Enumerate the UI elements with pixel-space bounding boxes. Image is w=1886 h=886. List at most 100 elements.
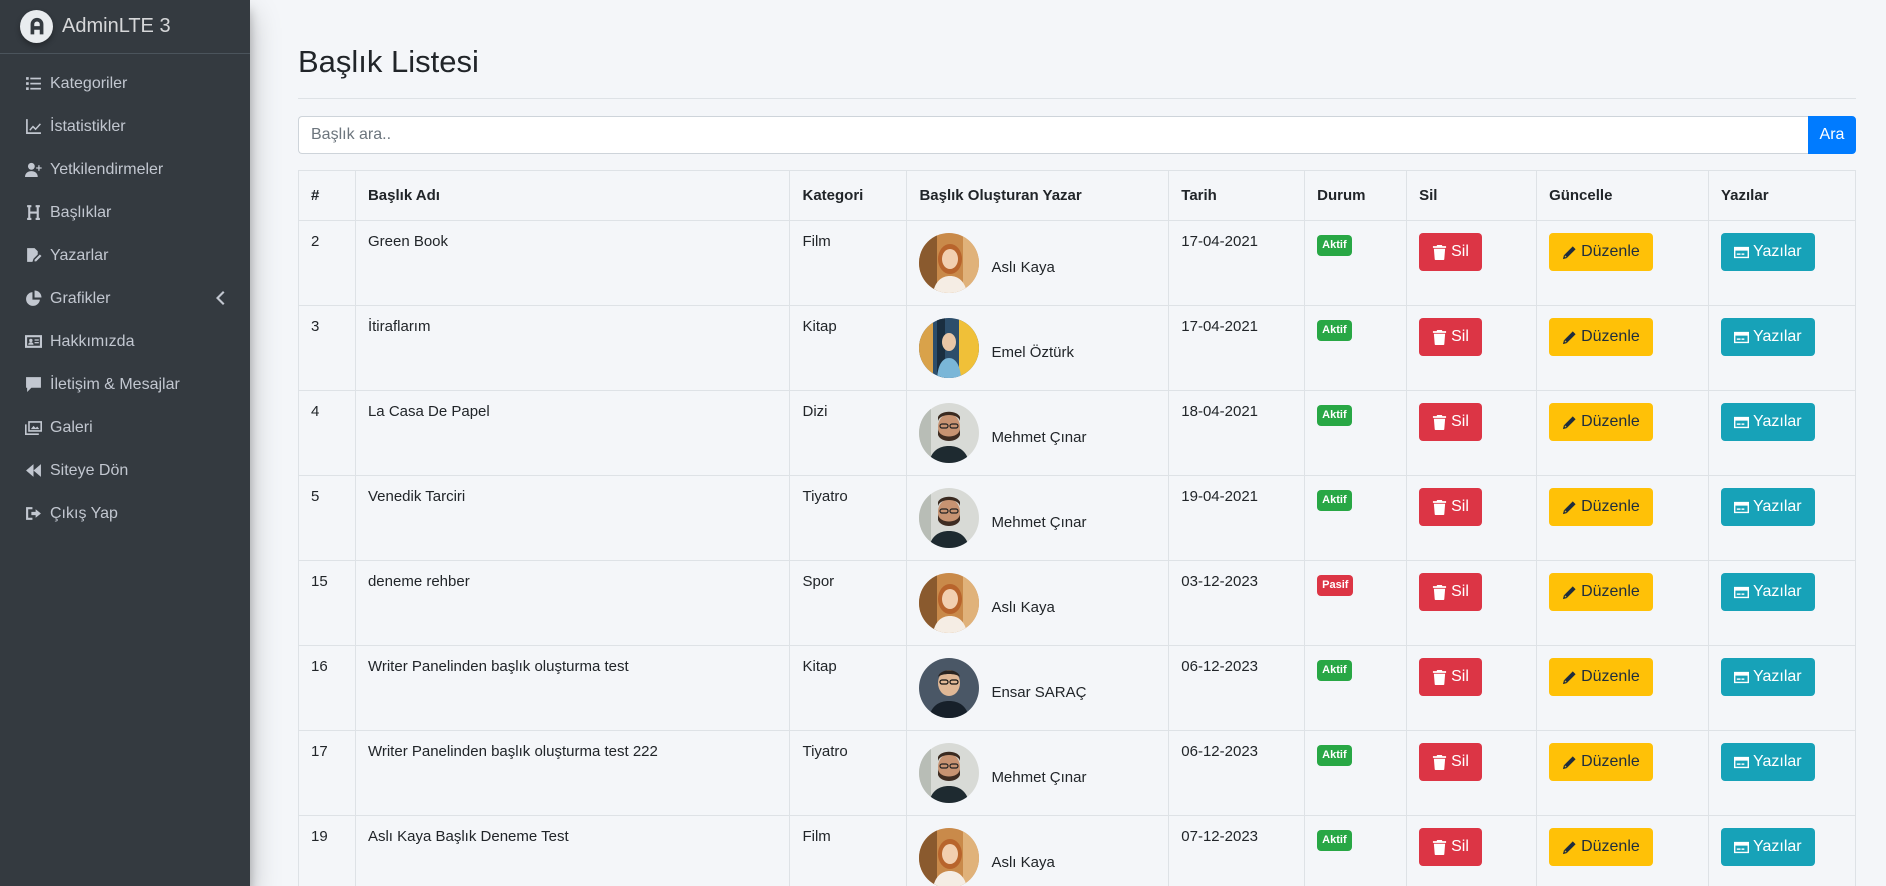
brand-link[interactable]: AdminLTE 3 — [0, 0, 250, 54]
table-row: 19 Aslı Kaya Başlık Deneme Test Film Aslı K… — [298, 815, 1856, 886]
edit-button[interactable]: Düzenle — [1549, 488, 1653, 526]
trash-icon — [1432, 839, 1451, 855]
edit-button[interactable]: Düzenle — [1549, 573, 1653, 611]
edit-label: Düzenle — [1581, 413, 1640, 430]
sign-out-icon — [24, 505, 42, 523]
sidebar-item-cikis-yap[interactable]: Çıkış Yap — [0, 492, 250, 535]
posts-label: Yazılar — [1753, 583, 1802, 600]
delete-label: Sil — [1451, 243, 1469, 260]
cell-posts: Yazılar — [1708, 815, 1856, 886]
delete-label: Sil — [1451, 753, 1469, 770]
posts-button[interactable]: Yazılar — [1721, 403, 1815, 441]
sidebar-item-galeri[interactable]: Galeri — [0, 406, 250, 449]
posts-label: Yazılar — [1753, 413, 1802, 430]
table-row: 17 Writer Panelinden başlık oluşturma tes… — [298, 730, 1856, 816]
cell-name: Writer Panelinden başlık oluşturma test — [354, 645, 791, 731]
trash-icon — [1432, 754, 1451, 770]
cell-delete: Sil — [1406, 815, 1538, 886]
cell-posts: Yazılar — [1708, 730, 1856, 816]
posts-button[interactable]: Yazılar — [1721, 233, 1815, 271]
cell-status: Aktif — [1304, 305, 1408, 391]
cell-edit: Düzenle — [1536, 815, 1709, 886]
sidebar-item-siteye-don[interactable]: Siteye Dön — [0, 449, 250, 492]
cell-id: 19 — [298, 815, 356, 886]
delete-button[interactable]: Sil — [1419, 743, 1482, 781]
sidebar-item-istatistikler[interactable]: İstatistikler — [0, 105, 250, 148]
posts-button[interactable]: Yazılar — [1721, 573, 1815, 611]
delete-button[interactable]: Sil — [1419, 488, 1482, 526]
search-button[interactable]: Ara — [1808, 116, 1856, 154]
cell-delete: Sil — [1406, 390, 1538, 476]
card-icon — [1734, 415, 1753, 430]
cell-id: 3 — [298, 305, 356, 391]
cell-id: 15 — [298, 560, 356, 646]
sidebar-item-grafikler[interactable]: Grafikler — [0, 277, 250, 320]
cell-date: 17-04-2021 — [1168, 305, 1306, 391]
author-name: Mehmet Çınar — [991, 513, 1087, 531]
delete-button[interactable]: Sil — [1419, 318, 1482, 356]
delete-button[interactable]: Sil — [1419, 233, 1482, 271]
author-block: Aslı Kaya — [919, 573, 1156, 633]
cell-posts: Yazılar — [1708, 560, 1856, 646]
cell-author: Aslı Kaya — [906, 560, 1170, 646]
posts-button[interactable]: Yazılar — [1721, 488, 1815, 526]
sidebar-item-yazarlar[interactable]: Yazarlar — [0, 234, 250, 277]
status-badge: Aktif — [1317, 745, 1352, 766]
avatar — [919, 488, 980, 548]
cell-name: La Casa De Papel — [354, 390, 791, 476]
card-icon — [1734, 500, 1753, 515]
cell-author: Aslı Kaya — [906, 815, 1170, 886]
card-icon — [1734, 585, 1753, 600]
edit-label: Düzenle — [1581, 668, 1640, 685]
delete-button[interactable]: Sil — [1419, 573, 1482, 611]
cell-id: 4 — [298, 390, 356, 476]
table-row: 2 Green Book Film Aslı Kaya 17-04-2021 Aktif S… — [298, 220, 1856, 306]
author-block: Mehmet Çınar — [919, 743, 1156, 803]
posts-button[interactable]: Yazılar — [1721, 318, 1815, 356]
trash-icon — [1432, 414, 1451, 430]
edit-button[interactable]: Düzenle — [1549, 318, 1653, 356]
sidebar-item-hakkimizda[interactable]: Hakkımızda — [0, 320, 250, 363]
posts-button[interactable]: Yazılar — [1721, 743, 1815, 781]
avatar — [919, 403, 980, 463]
edit-button[interactable]: Düzenle — [1549, 828, 1653, 866]
cell-author: Mehmet Çınar — [906, 390, 1170, 476]
delete-label: Sil — [1451, 838, 1469, 855]
author-block: Aslı Kaya — [919, 233, 1156, 293]
delete-button[interactable]: Sil — [1419, 403, 1482, 441]
sidebar-item-label: Yazarlar — [50, 246, 109, 264]
posts-button[interactable]: Yazılar — [1721, 828, 1815, 866]
cell-category: Tiyatro — [789, 475, 908, 561]
chevron-left-icon[interactable] — [214, 289, 226, 307]
cell-author: Mehmet Çınar — [906, 475, 1170, 561]
edit-button[interactable]: Düzenle — [1549, 743, 1653, 781]
edit-button[interactable]: Düzenle — [1549, 658, 1653, 696]
delete-button[interactable]: Sil — [1419, 658, 1482, 696]
sidebar-item-kategoriler[interactable]: Kategoriler — [0, 62, 250, 105]
cell-edit: Düzenle — [1536, 560, 1709, 646]
status-badge: Aktif — [1317, 235, 1352, 256]
column-header-posts: Yazılar — [1708, 170, 1856, 221]
avatar — [919, 658, 980, 718]
sidebar-item-iletisim[interactable]: İletişim & Mesajlar — [0, 363, 250, 406]
delete-label: Sil — [1451, 498, 1469, 515]
id-card-icon — [24, 333, 42, 351]
headings-table: # Başlık Adı Kategori Başlık Oluşturan Y… — [298, 170, 1856, 886]
search-bar: Ara — [298, 116, 1856, 154]
sidebar-item-label: Galeri — [50, 418, 93, 436]
delete-button[interactable]: Sil — [1419, 828, 1482, 866]
posts-label: Yazılar — [1753, 668, 1802, 685]
sidebar-item-label: Siteye Dön — [50, 461, 129, 479]
sidebar-item-yetkilendirmeler[interactable]: Yetkilendirmeler — [0, 148, 250, 191]
cell-status: Aktif — [1304, 645, 1408, 731]
adminlte-logo-icon — [20, 10, 53, 43]
edit-button[interactable]: Düzenle — [1549, 233, 1653, 271]
edit-button[interactable]: Düzenle — [1549, 403, 1653, 441]
author-block: Mehmet Çınar — [919, 403, 1156, 463]
heading-icon — [24, 204, 42, 222]
search-input[interactable] — [298, 116, 1808, 154]
posts-button[interactable]: Yazılar — [1721, 658, 1815, 696]
pencil-icon — [1562, 330, 1581, 345]
status-badge: Aktif — [1317, 490, 1352, 511]
sidebar-item-basliklar[interactable]: Başlıklar — [0, 191, 250, 234]
